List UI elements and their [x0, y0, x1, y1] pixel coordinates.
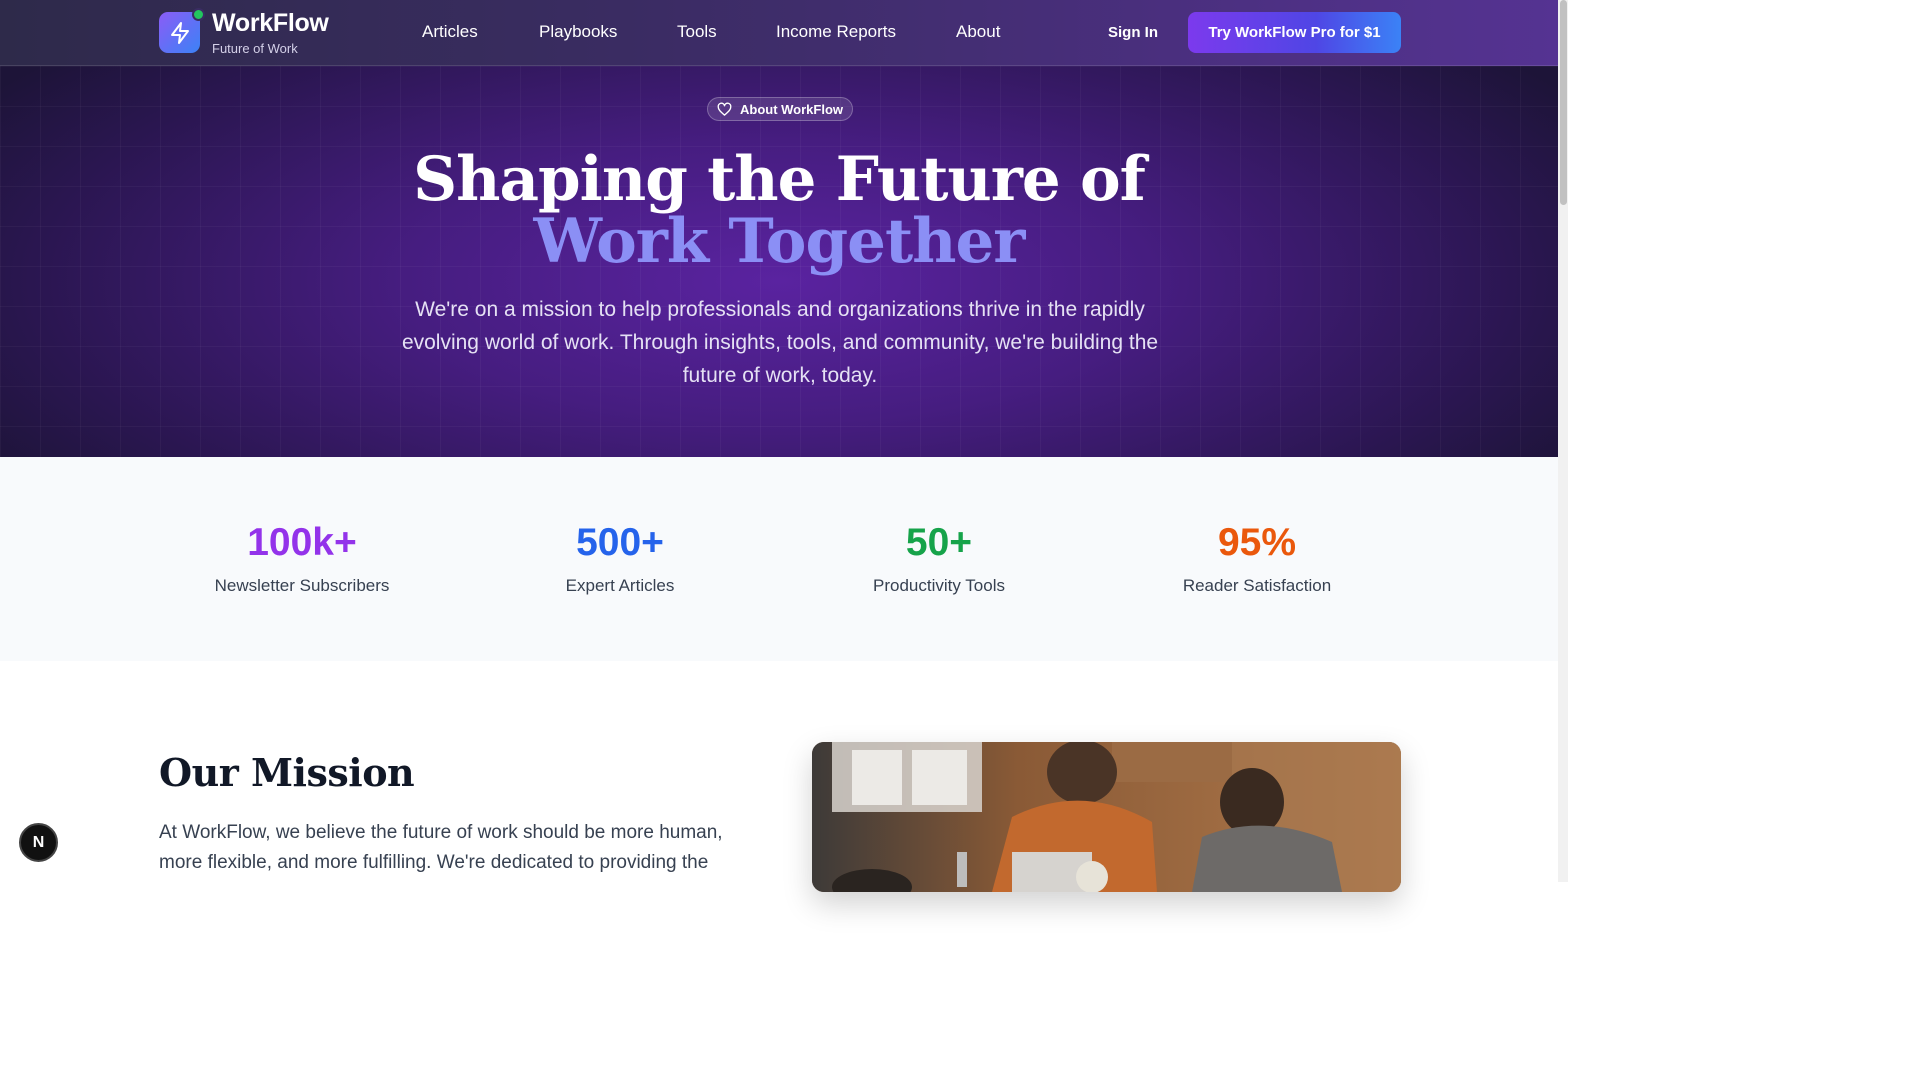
team-photo-illustration [812, 742, 1401, 892]
top-navigation: WorkFlow Future of Work Articles Playboo… [0, 0, 1558, 66]
stat-articles: 500+ Expert Articles [470, 519, 770, 596]
hero-paragraph: We're on a mission to help professionals… [401, 298, 1159, 387]
scrollbar-thumb[interactable] [1560, 0, 1567, 205]
mission-paragraph: At WorkFlow, we believe the future of wo… [159, 822, 723, 873]
nav-link-about[interactable]: About [956, 22, 1000, 42]
nav-link-playbooks[interactable]: Playbooks [539, 22, 617, 42]
about-pill-badge: About WorkFlow [707, 97, 853, 121]
online-status-dot [192, 8, 205, 21]
heart-icon [717, 102, 732, 116]
stat-label: Expert Articles [565, 576, 675, 595]
stats-section: 100k+ Newsletter Subscribers 500+ Expert… [0, 457, 1558, 661]
nav-link-articles[interactable]: Articles [422, 22, 478, 42]
team-photo [812, 742, 1401, 892]
stat-value: 95% [1217, 521, 1297, 564]
brand-tagline: Future of Work [212, 41, 298, 56]
stat-value: 500+ [576, 521, 664, 564]
hero-title-line1: Shaping the Future of [413, 144, 1146, 215]
sign-in-link[interactable]: Sign In [1108, 24, 1158, 41]
lightning-bolt-icon [170, 21, 189, 44]
about-pill-label: About WorkFlow [739, 101, 844, 117]
dev-tools-badge[interactable]: N [19, 823, 58, 862]
nav-link-tools[interactable]: Tools [677, 22, 717, 42]
try-pro-button[interactable]: Try WorkFlow Pro for $1 [1188, 12, 1401, 53]
stat-subscribers: 100k+ Newsletter Subscribers [152, 519, 452, 596]
nav-link-income-reports[interactable]: Income Reports [776, 22, 896, 42]
stat-label: Newsletter Subscribers [214, 576, 390, 595]
stat-value: 100k+ [247, 521, 357, 564]
stat-label: Productivity Tools [873, 576, 1005, 595]
stat-satisfaction: 95% Reader Satisfaction [1107, 519, 1407, 596]
hero-section: About WorkFlow Shaping the Future of Wor… [0, 66, 1558, 457]
stat-value: 50+ [905, 521, 973, 564]
mission-heading: Our Mission [159, 750, 415, 795]
stat-label: Reader Satisfaction [1182, 576, 1332, 595]
brand-name[interactable]: WorkFlow [212, 9, 329, 38]
stat-tools: 50+ Productivity Tools [789, 519, 1089, 596]
hero-title-line2: Work Together [533, 206, 1026, 277]
